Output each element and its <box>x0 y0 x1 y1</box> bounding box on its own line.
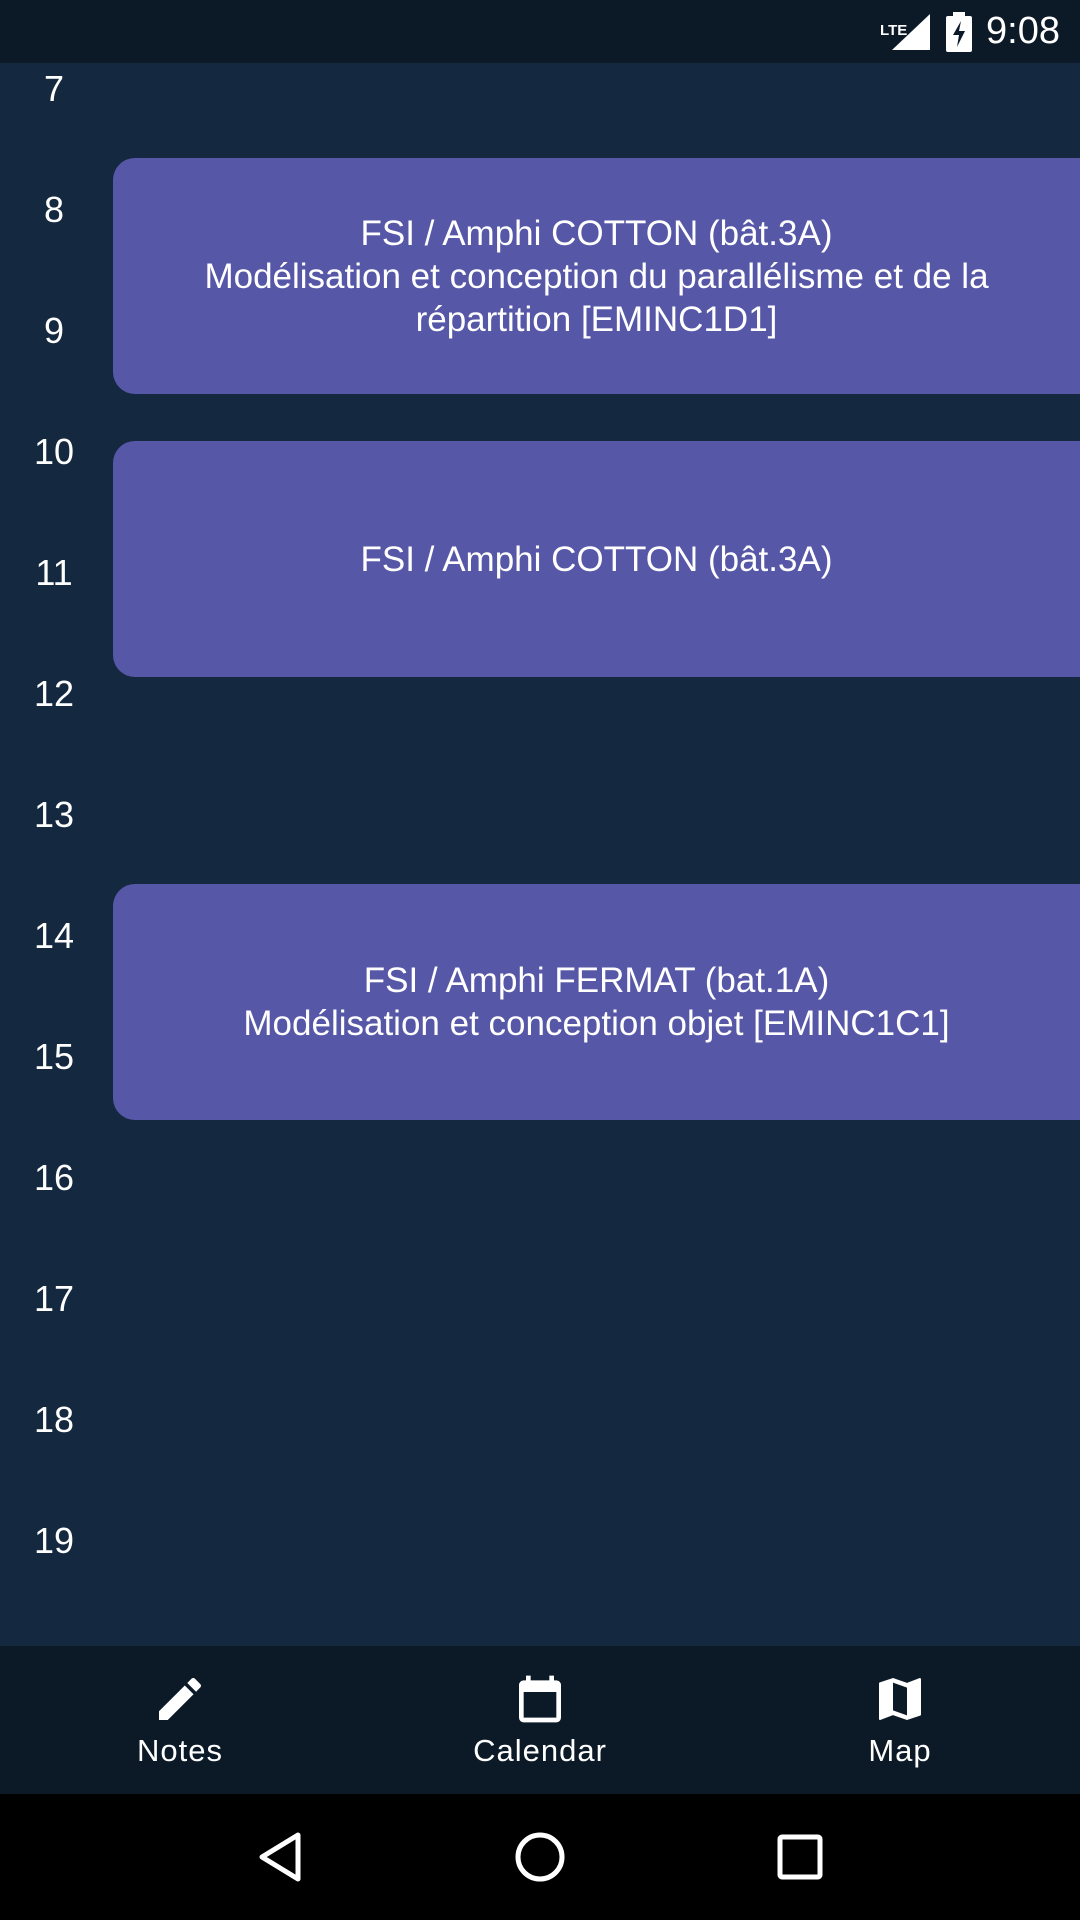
hour-label-8: 8 <box>43 189 65 230</box>
hour-label-18: 18 <box>33 1399 75 1440</box>
status-icons: LTE 9:08 <box>880 0 1060 63</box>
event-location: FSI / Amphi COTTON (bât.3A) <box>360 213 833 253</box>
recents-icon <box>777 1834 823 1880</box>
back-icon <box>259 1832 301 1882</box>
calendar-icon <box>519 1675 561 1723</box>
event-card[interactable]: FSI / Amphi COTTON (bât.3A) <box>113 441 1080 677</box>
home-button[interactable] <box>510 1827 570 1887</box>
hour-label-7: 7 <box>43 68 65 109</box>
event-location: FSI / Amphi COTTON (bât.3A) <box>360 539 833 579</box>
nav-map-label: Map <box>868 1733 932 1768</box>
event-card[interactable]: FSI / Amphi FERMAT (bat.1A) Modélisation… <box>113 884 1080 1120</box>
back-button[interactable] <box>250 1827 310 1887</box>
network-type: LTE <box>880 21 908 39</box>
pencil-icon <box>159 1677 202 1720</box>
event-course: Modélisation et conception du parallélis… <box>204 256 989 339</box>
battery-charging-icon <box>946 11 973 52</box>
hour-label-10: 10 <box>33 431 75 472</box>
hour-label-15: 15 <box>33 1036 75 1077</box>
event-card[interactable]: FSI / Amphi COTTON (bât.3A) Modélisation… <box>113 158 1080 394</box>
nav-notes-label: Notes <box>137 1733 223 1768</box>
clock: 9:08 <box>986 10 1060 52</box>
map-icon <box>879 1678 921 1720</box>
hour-label-11: 11 <box>35 552 73 593</box>
event-course: Modélisation et conception objet [EMINC1… <box>243 1004 950 1043</box>
hour-label-19: 19 <box>33 1520 75 1561</box>
nav-notes[interactable]: Notes <box>0 1646 360 1794</box>
hour-label-14: 14 <box>33 915 75 956</box>
hour-label-17: 17 <box>33 1278 75 1319</box>
recents-button[interactable] <box>770 1827 830 1887</box>
status-bar: LTE 9:08 <box>0 0 1080 63</box>
hour-label-13: 13 <box>33 794 75 835</box>
hour-label-16: 16 <box>33 1157 75 1198</box>
nav-calendar[interactable]: Calendar <box>360 1646 720 1794</box>
signal-icon: LTE <box>880 12 932 52</box>
home-icon <box>515 1832 565 1882</box>
hour-label-12: 12 <box>33 673 75 714</box>
bottom-navigation: Notes Calendar Map <box>0 1646 1080 1794</box>
nav-map[interactable]: Map <box>720 1646 1080 1794</box>
system-navigation-bar <box>0 1794 1080 1920</box>
hour-label-9: 9 <box>43 310 65 351</box>
day-timeline[interactable]: 7 8 9 10 11 12 13 14 15 16 17 18 19 FSI … <box>0 63 1080 1646</box>
nav-calendar-label: Calendar <box>473 1733 607 1768</box>
event-location: FSI / Amphi FERMAT (bat.1A) <box>363 961 830 1000</box>
